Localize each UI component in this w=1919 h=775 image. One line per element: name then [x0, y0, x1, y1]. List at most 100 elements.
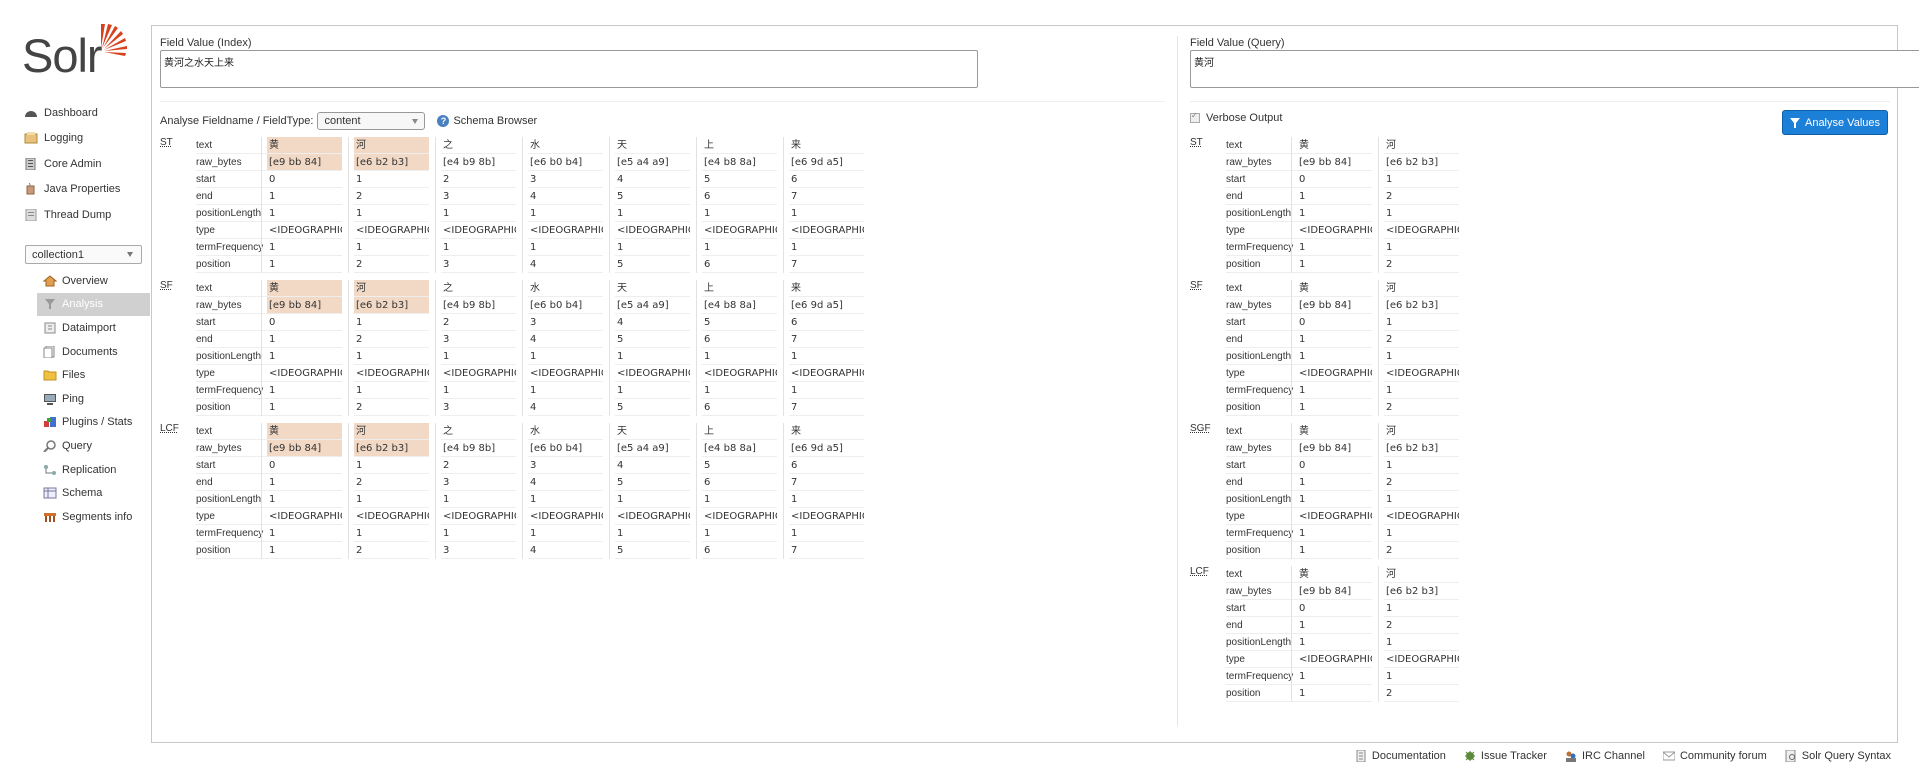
solr-logo[interactable]: Solr — [22, 22, 132, 82]
documents-icon — [43, 345, 57, 358]
token-positionlength: 1 — [1297, 491, 1372, 508]
token-text: 河 — [354, 137, 429, 154]
thread-dump-icon — [24, 208, 38, 221]
token-column: 之[e4 b9 8b]231<IDEOGRAPHIC>13 — [441, 137, 516, 273]
token-separator — [783, 280, 784, 416]
core-nav-analysis[interactable]: Analysis — [37, 292, 150, 317]
solr-sun-icon — [101, 24, 127, 56]
token-type: <IDEOGRAPHIC> — [702, 365, 777, 382]
token-separator — [1291, 566, 1292, 702]
core-nav-files[interactable]: Files — [37, 363, 150, 387]
core-nav-label: Analysis — [62, 298, 103, 311]
core-nav-plugins-stats[interactable]: Plugins / Stats — [37, 411, 150, 435]
token-positionlength: 1 — [1384, 491, 1459, 508]
token-column: 水[e6 b0 b4]341<IDEOGRAPHIC>14 — [528, 137, 603, 273]
token-start: 1 — [354, 457, 429, 474]
index-field-value[interactable] — [160, 50, 978, 88]
stage-abbreviation[interactable]: LCF — [160, 423, 179, 434]
core-nav-overview[interactable]: Overview — [37, 269, 150, 293]
token-positionlength: 1 — [789, 491, 864, 508]
token-end: 5 — [615, 474, 690, 491]
column-divider — [1177, 36, 1178, 726]
token-type: <IDEOGRAPHIC> — [1384, 365, 1459, 382]
token-positionlength: 1 — [1384, 348, 1459, 365]
footer-documentation-link[interactable]: Documentation — [1355, 750, 1446, 762]
stage-abbreviation[interactable]: ST — [160, 137, 173, 148]
token-type: <IDEOGRAPHIC> — [441, 222, 516, 239]
core-nav-documents[interactable]: Documents — [37, 340, 150, 364]
core-nav-segments-info[interactable]: Segments info — [37, 505, 150, 529]
fieldtype-label: Analyse Fieldname / FieldType: — [160, 115, 314, 127]
core-nav-ping[interactable]: Ping — [37, 387, 150, 411]
fieldtype-row: Analyse Fieldname / FieldType: content ?… — [160, 112, 537, 130]
index-stage: SF text raw_bytes start end positionLength typ… — [160, 280, 886, 416]
token-position: 1 — [1297, 399, 1372, 416]
token-separator — [609, 137, 610, 273]
token-separator — [522, 137, 523, 273]
footer-solr-query-syntax-link[interactable]: Solr Query Syntax — [1785, 750, 1891, 762]
token-positionlength: 1 — [1384, 634, 1459, 651]
core-nav-replication[interactable]: Replication — [37, 458, 150, 482]
token-text: 之 — [441, 423, 516, 440]
stage-abbreviation[interactable]: ST — [1190, 137, 1203, 148]
token-raw-bytes: [e4 b9 8b] — [441, 154, 516, 171]
query-field-value[interactable] — [1190, 50, 1919, 88]
token-start: 0 — [1297, 314, 1372, 331]
token-separator — [1378, 423, 1379, 559]
token-raw-bytes: [e9 bb 84] — [1297, 297, 1372, 314]
chevron-down-icon — [412, 119, 419, 124]
token-termfrequency: 1 — [1297, 382, 1372, 399]
plugins-icon — [43, 416, 57, 428]
token-type: <IDEOGRAPHIC> — [1384, 222, 1459, 239]
token-separator — [783, 423, 784, 559]
core-nav-dataimport[interactable]: Dataimport — [37, 316, 150, 340]
token-positionlength: 1 — [528, 205, 603, 222]
token-position: 2 — [354, 256, 429, 273]
verbose-output-toggle[interactable]: Verbose Output — [1190, 111, 1282, 124]
nav-java-properties[interactable]: Java Properties — [24, 177, 150, 203]
token-positionlength: 1 — [789, 205, 864, 222]
token-start: 1 — [354, 171, 429, 188]
nav-core-admin[interactable]: Core Admin — [24, 151, 150, 177]
stage-abbreviation[interactable]: SGF — [1190, 423, 1211, 434]
nav-dashboard[interactable]: Dashboard — [24, 100, 150, 126]
schema-browser-link[interactable]: ? Schema Browser — [437, 115, 537, 127]
index-field-label: Field Value (Index) — [160, 37, 252, 49]
stage-abbreviation[interactable]: LCF — [1190, 566, 1209, 577]
replication-icon — [43, 464, 57, 476]
token-position: 3 — [441, 399, 516, 416]
token-raw-bytes: [e4 b9 8b] — [441, 440, 516, 457]
stage-abbreviation[interactable]: SF — [160, 280, 173, 291]
dataimport-icon — [43, 322, 57, 334]
stage-abbreviation[interactable]: SF — [1190, 280, 1203, 291]
token-column: 天[e5 a4 a9]451<IDEOGRAPHIC>15 — [615, 423, 690, 559]
token-start: 5 — [702, 171, 777, 188]
token-type: <IDEOGRAPHIC> — [528, 222, 603, 239]
token-raw-bytes: [e9 bb 84] — [1297, 154, 1372, 171]
fieldtype-select[interactable]: content — [317, 112, 426, 130]
token-type: <IDEOGRAPHIC> — [1384, 508, 1459, 525]
token-termfrequency: 1 — [702, 239, 777, 256]
token-end: 2 — [354, 188, 429, 205]
footer-irc-channel-link[interactable]: IRC Channel — [1565, 750, 1645, 762]
token-column: 河[e6 b2 b3]121<IDEOGRAPHIC>12 — [1384, 423, 1459, 559]
token-text: 天 — [615, 137, 690, 154]
footer-issue-tracker-link[interactable]: Issue Tracker — [1464, 750, 1547, 762]
footer-community-forum-link[interactable]: Community forum — [1662, 750, 1767, 762]
nav-thread-dump[interactable]: Thread Dump — [24, 202, 150, 228]
nav-logging[interactable]: Logging — [24, 126, 150, 152]
analyse-values-button[interactable]: Analyse Values — [1782, 110, 1888, 135]
token-separator — [261, 423, 262, 559]
token-text: 之 — [441, 137, 516, 154]
token-position: 6 — [702, 399, 777, 416]
token-position: 2 — [1384, 685, 1459, 702]
footer-link-label: Solr Query Syntax — [1801, 750, 1891, 762]
token-start: 1 — [1384, 171, 1459, 188]
token-text: 来 — [789, 137, 864, 154]
core-selector[interactable]: collection1 — [25, 245, 142, 264]
core-nav-query[interactable]: Query — [37, 434, 150, 458]
analysis-icon — [43, 298, 57, 310]
token-text: 黄 — [1297, 280, 1372, 297]
token-raw-bytes: [e6 b0 b4] — [528, 440, 603, 457]
core-nav-schema[interactable]: Schema — [37, 481, 150, 505]
